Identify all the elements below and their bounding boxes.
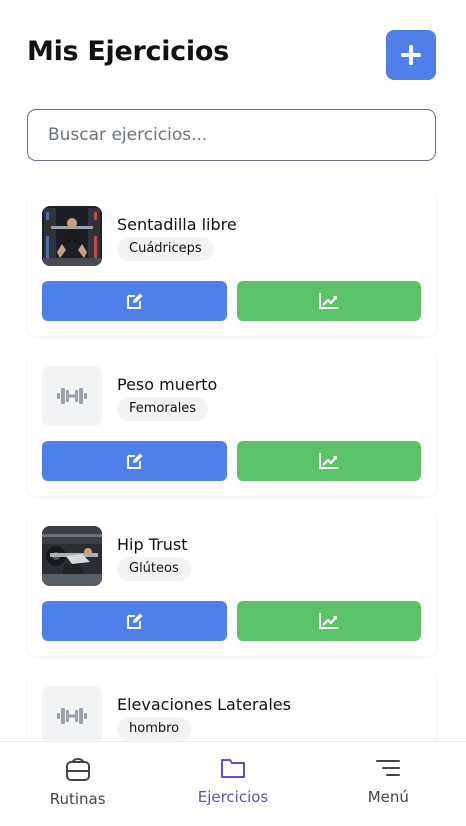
stats-button[interactable] (237, 281, 421, 321)
muscle-badge: Cuádriceps (117, 237, 214, 261)
nav-item-ejercicios[interactable]: Ejercicios (155, 742, 310, 826)
muscle-badge: hombro (117, 717, 192, 741)
edit-icon (126, 613, 142, 629)
dumbbell-icon (57, 708, 87, 724)
edit-button[interactable] (42, 441, 227, 481)
chart-line-icon (319, 613, 338, 629)
nav-label: Ejercicios (197, 788, 269, 806)
chart-line-icon (319, 293, 338, 309)
exercise-photo (42, 526, 102, 586)
dumbbell-icon (57, 388, 87, 404)
exercise-name: Elevaciones Laterales (117, 695, 291, 714)
stats-button[interactable] (237, 601, 421, 641)
edit-icon (126, 293, 142, 309)
nav-label: Rutinas (49, 790, 106, 808)
muscle-badge: Femorales (117, 397, 209, 421)
plus-icon (401, 45, 421, 65)
menu-icon (376, 760, 401, 776)
add-exercise-button[interactable] (386, 30, 436, 80)
exercise-name: Sentadilla libre (117, 215, 237, 234)
edit-button[interactable] (42, 601, 227, 641)
exercise-card: Sentadilla libre Cuádriceps (27, 191, 436, 336)
search-input[interactable] (28, 110, 435, 160)
exercise-photo (42, 206, 102, 266)
dumbbell-weight-icon (65, 758, 90, 781)
exercise-card: Peso muerto Femorales (27, 351, 436, 496)
stats-button[interactable] (237, 441, 421, 481)
bottom-nav: Rutinas Ejercicios Menú (0, 741, 466, 826)
header: Mis Ejercicios (27, 30, 436, 80)
chart-line-icon (319, 453, 338, 469)
exercise-name: Hip Trust (117, 535, 188, 554)
nav-item-rutinas[interactable]: Rutinas (0, 742, 155, 826)
exercise-placeholder (42, 686, 102, 746)
exercise-name: Peso muerto (117, 375, 218, 394)
nav-item-menu[interactable]: Menú (311, 742, 466, 826)
page-title: Mis Ejercicios (27, 36, 229, 67)
edit-icon (126, 453, 142, 469)
exercise-list: Sentadilla libre Cuádriceps Peso muerto … (27, 191, 436, 826)
exercise-card: Hip Trust Glúteos (27, 511, 436, 656)
edit-button[interactable] (42, 281, 227, 321)
exercise-placeholder (42, 366, 102, 426)
folder-icon (220, 759, 245, 778)
search-box (27, 109, 436, 161)
nav-label: Menú (367, 788, 409, 806)
muscle-badge: Glúteos (117, 557, 191, 581)
